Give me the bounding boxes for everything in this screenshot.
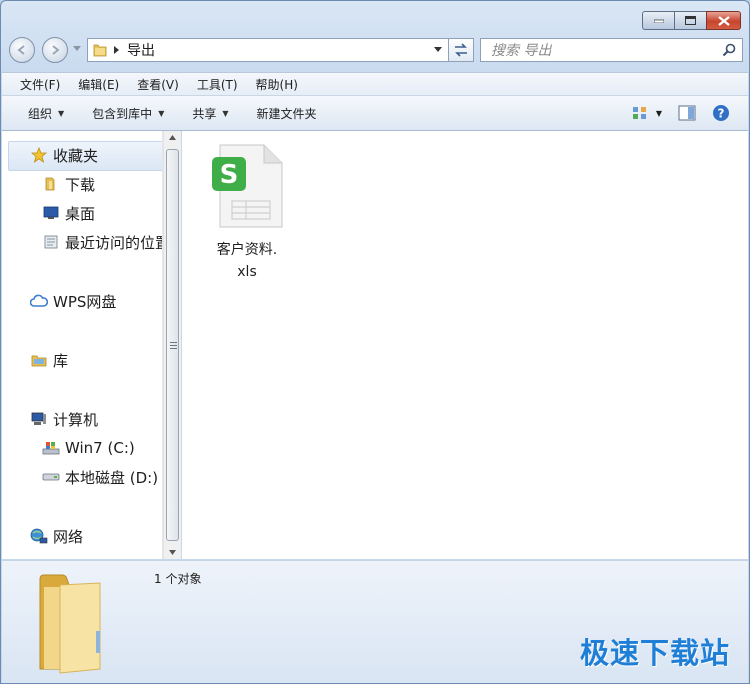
chevron-down-icon: ▼ [222, 108, 229, 118]
scroll-up-icon[interactable] [169, 135, 176, 140]
nav-label: 网络 [53, 527, 84, 546]
search-icon[interactable] [722, 43, 736, 57]
menu-help[interactable]: 帮助(H) [247, 76, 307, 93]
desktop-icon [42, 204, 60, 222]
address-bar[interactable]: 导出 [87, 38, 449, 62]
file-item[interactable]: S 客户资料. xls [204, 143, 290, 283]
minimize-button[interactable] [642, 11, 674, 30]
navigation-scrollbar[interactable] [163, 131, 181, 559]
preview-pane-button[interactable] [678, 105, 696, 121]
nav-drive-c[interactable]: Win7 (C:) [42, 436, 135, 460]
chevron-down-icon: ▼ [158, 108, 165, 118]
downloads-folder-icon [42, 175, 60, 193]
history-dropdown-icon[interactable] [73, 46, 81, 52]
explorer-window: 导出 搜索 导出 文件(F) 编辑(E) 查看(V) 工具(T) 帮助(H) 组… [0, 0, 750, 684]
search-box[interactable]: 搜索 导出 [480, 38, 743, 62]
menu-view[interactable]: 查看(V) [128, 76, 188, 93]
organize-button[interactable]: 组织 ▼ [2, 96, 78, 130]
file-name: 客户资料. xls [204, 239, 290, 283]
scrollbar-grip [170, 342, 177, 351]
forward-arrow-icon [52, 45, 60, 55]
nav-label: 计算机 [53, 410, 99, 429]
chevron-down-icon: ▼ [58, 108, 65, 118]
scrollbar-thumb[interactable] [166, 149, 179, 541]
folder-icon [93, 44, 107, 57]
watermark-text: 极速下载站 [579, 636, 730, 670]
menu-edit[interactable]: 编辑(E) [69, 76, 128, 93]
change-view-button[interactable]: ▼ [632, 106, 662, 120]
recent-places-icon [42, 233, 60, 251]
menu-file[interactable]: 文件(F) [2, 76, 69, 93]
organize-label: 组织 [28, 106, 53, 121]
command-bar: 组织 ▼ 包含到库中 ▼ 共享 ▼ 新建文件夹 ▼ ? [2, 95, 748, 131]
include-in-library-label: 包含到库中 [92, 106, 153, 121]
nav-label: 下载 [65, 175, 96, 194]
svg-text:?: ? [718, 107, 725, 121]
wps-badge-letter: S [220, 160, 239, 190]
nav-label: 本地磁盘 (D:) [65, 468, 159, 487]
minimize-icon [653, 19, 664, 23]
view-tools: ▼ ? [624, 96, 748, 130]
scroll-down-icon[interactable] [169, 550, 176, 555]
new-folder-label: 新建文件夹 [256, 106, 317, 121]
nav-recent-places[interactable]: 最近访问的位置 [42, 230, 163, 254]
nav-desktop[interactable]: 桌面 [42, 201, 95, 225]
nav-libraries[interactable]: 库 [30, 348, 68, 372]
nav-favorites[interactable]: 收藏夹 [30, 143, 98, 167]
cloud-icon [30, 292, 48, 310]
nav-label: 桌面 [65, 204, 96, 223]
refresh-button[interactable] [449, 38, 474, 62]
nav-label: WPS网盘 [53, 292, 117, 311]
nav-downloads[interactable]: 下载 [42, 172, 95, 196]
nav-label: Win7 (C:) [65, 439, 135, 457]
forward-button[interactable] [42, 37, 68, 63]
maximize-icon [685, 16, 696, 25]
nav-computer[interactable]: 计算机 [30, 407, 98, 431]
library-icon [30, 351, 48, 369]
navigation-bar: 导出 搜索 导出 [9, 37, 743, 65]
breadcrumb-current[interactable]: 导出 [127, 40, 155, 60]
menu-bar: 文件(F) 编辑(E) 查看(V) 工具(T) 帮助(H) [2, 72, 748, 95]
preview-pane-icon [678, 105, 696, 121]
nav-wps-cloud[interactable]: WPS网盘 [30, 289, 116, 313]
view-grid-icon [632, 107, 646, 119]
nav-label: 库 [53, 351, 69, 370]
file-list[interactable]: S 客户资料. xls [182, 131, 748, 559]
item-count: 1 个对象 [154, 572, 202, 586]
maximize-button[interactable] [674, 11, 706, 30]
address-dropdown-icon[interactable] [434, 47, 442, 53]
star-icon [30, 146, 48, 164]
include-in-library-button[interactable]: 包含到库中 ▼ [78, 96, 178, 130]
navigation-pane: 收藏夹 下载 桌面 最近访问的位置 WPS网盘 库 计算机 Win7 (C:) … [2, 131, 163, 559]
share-button[interactable]: 共享 ▼ [178, 96, 242, 130]
hard-drive-icon [42, 468, 60, 486]
nav-drive-d[interactable]: 本地磁盘 (D:) [42, 465, 158, 489]
computer-icon [30, 410, 48, 428]
close-button[interactable] [706, 11, 741, 30]
nav-network[interactable]: 网络 [30, 524, 83, 548]
system-drive-icon [42, 439, 60, 457]
nav-label: 收藏夹 [53, 146, 99, 165]
new-folder-button[interactable]: 新建文件夹 [243, 96, 331, 130]
breadcrumb-separator-icon[interactable] [114, 46, 119, 54]
search-placeholder: 搜索 导出 [491, 43, 552, 59]
close-icon [717, 15, 730, 26]
network-icon [30, 527, 48, 545]
chevron-down-icon[interactable]: ▼ [656, 109, 662, 118]
caption-buttons [642, 11, 741, 30]
nav-label: 最近访问的位置 [65, 233, 163, 252]
share-label: 共享 [192, 106, 217, 121]
help-icon: ? [713, 105, 729, 121]
details-pane: 1 个对象 极速下载站 [2, 560, 748, 683]
file-name-line2: xls [237, 264, 257, 280]
back-button[interactable] [9, 37, 35, 63]
folder-large-icon [39, 574, 101, 674]
menu-tools[interactable]: 工具(T) [188, 76, 247, 93]
file-name-line1: 客户资料. [216, 242, 278, 258]
refresh-icon [455, 43, 467, 57]
help-button[interactable]: ? [712, 104, 730, 122]
wps-spreadsheet-icon: S [212, 144, 283, 228]
back-arrow-icon [17, 45, 25, 55]
